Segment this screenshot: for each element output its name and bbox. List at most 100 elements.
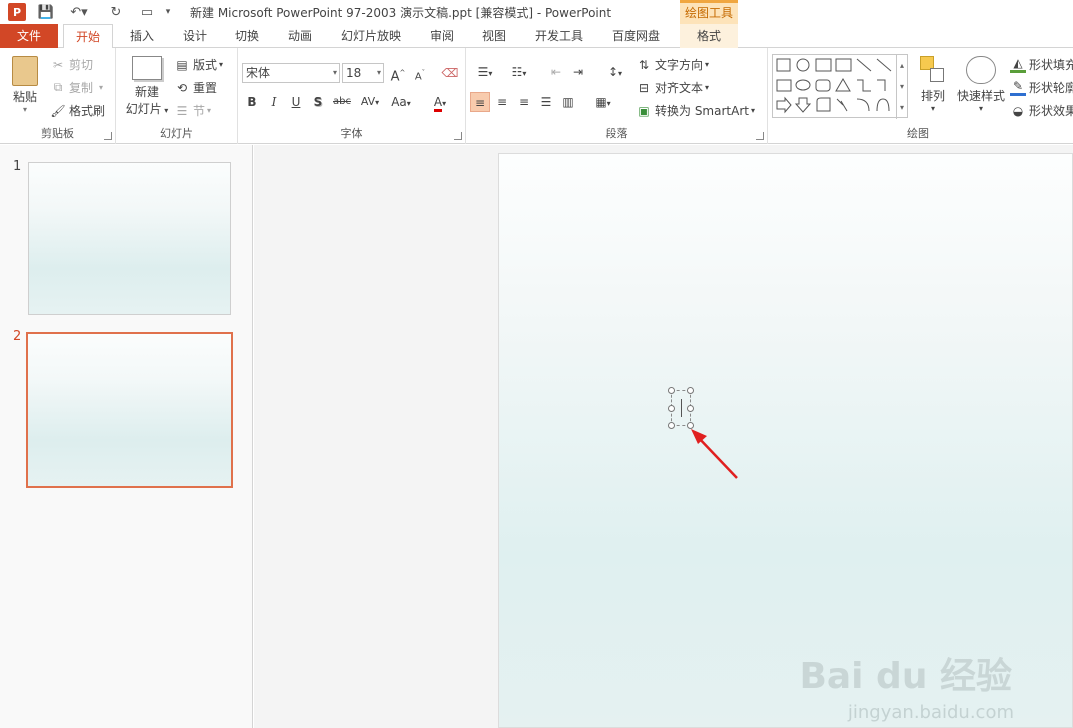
distributed-button[interactable]: ▥	[558, 92, 578, 112]
bold-button[interactable]: B	[242, 92, 262, 112]
shape-effects-button[interactable]: ◒ 形状效果	[1010, 102, 1073, 119]
window-title: 新建 Microsoft PowerPoint 97-2003 演示文稿.ppt…	[190, 6, 612, 20]
font-name-select[interactable]: 宋体 ▾	[242, 63, 340, 83]
elbow-arrow-shape-icon	[877, 79, 886, 91]
increase-indent-button[interactable]: ⇥	[568, 62, 588, 82]
shrink-font-label: A	[414, 71, 422, 83]
cut-button[interactable]: ✂ 剪切	[50, 56, 93, 73]
powerpoint-logo-icon: P	[8, 3, 26, 21]
resize-handle[interactable]	[687, 405, 694, 412]
right-arrow-shape-icon	[776, 96, 792, 114]
resize-handle[interactable]	[668, 422, 675, 429]
strikethrough-button[interactable]: abc	[330, 92, 354, 112]
vertical-textbox-shape-icon	[835, 58, 852, 72]
tab-animations[interactable]: 动画	[280, 24, 320, 48]
shapes-gallery[interactable]: ▴ ▾ ▾	[772, 54, 908, 119]
line-spacing-dropdown-icon: ▾	[618, 69, 623, 78]
slide-editing-area[interactable]: Bai du 经验 jingyan.baidu.com	[254, 145, 1073, 728]
copy-dropdown-icon[interactable]: ▾	[99, 83, 103, 92]
font-color-dropdown-icon: ▾	[442, 99, 447, 108]
redo-icon[interactable]: ↻	[106, 3, 126, 21]
quick-styles-icon	[966, 56, 996, 84]
change-case-button[interactable]: Aa▾	[386, 92, 416, 112]
line-spacing-button[interactable]: ↕▾	[600, 62, 630, 82]
drawing-tools-contextual-label: 绘图工具	[680, 0, 738, 24]
underline-button[interactable]: U	[286, 92, 306, 112]
slide-thumbnail-1[interactable]	[28, 162, 231, 315]
shadow-button[interactable]: S	[308, 92, 328, 112]
tab-view[interactable]: 视图	[474, 24, 514, 48]
clipboard-launcher-icon[interactable]	[104, 132, 112, 140]
text-direction-button[interactable]: ⇅ 文字方向 ▾	[636, 56, 709, 73]
format-painter-button[interactable]: 🖌 格式刷	[50, 102, 105, 119]
clear-formatting-button[interactable]: ⌫	[440, 63, 460, 83]
paste-button[interactable]: 粘贴 ▾	[8, 56, 42, 114]
slide-thumbnail-2[interactable]	[26, 332, 233, 488]
grow-font-button[interactable]: A^	[388, 63, 408, 84]
shape-fill-button[interactable]: ◭ 形状填充	[1010, 56, 1073, 73]
tab-baidu-netdisk[interactable]: 百度网盘	[604, 24, 668, 48]
customize-toolbar-icon[interactable]: ▾	[162, 3, 174, 21]
ribbon: 粘贴 ▾ ✂ 剪切 ⧉ 复制 ▾ 🖌 格式刷 剪贴板 新建 幻灯片 ▾ ▤ 版式 ▾ ⟲ 重置…	[0, 48, 1073, 144]
new-slide-button[interactable]: 新建 幻灯片 ▾	[122, 56, 172, 117]
shrink-font-button[interactable]: Aˇ	[410, 63, 430, 83]
start-slideshow-icon[interactable]: ▭	[136, 3, 158, 21]
resize-handle[interactable]	[668, 405, 675, 412]
text-box-placeholder[interactable]	[668, 387, 694, 429]
font-size-select[interactable]: 18 ▾	[342, 63, 384, 83]
bullets-button[interactable]: ☰▾	[470, 62, 500, 82]
arrange-label: 排列	[920, 89, 945, 103]
quick-styles-button[interactable]: 快速样式 ▾	[954, 56, 1008, 113]
text-direction-label: 文字方向	[655, 58, 704, 72]
reset-button[interactable]: ⟲ 重置	[174, 79, 217, 96]
font-color-button[interactable]: A▾	[426, 92, 454, 112]
justify-button[interactable]: ☰	[536, 92, 556, 112]
arrange-button[interactable]: 排列 ▾	[916, 56, 950, 113]
paste-icon	[12, 56, 38, 86]
current-slide[interactable]: Bai du 经验 jingyan.baidu.com	[498, 153, 1073, 728]
slides-thumbnail-panel[interactable]: 1 2	[0, 145, 253, 728]
title-bar: P 💾 ↶▾ ↻ ▭ ▾ 新建 Microsoft PowerPoint 97-…	[0, 0, 1073, 24]
tab-slideshow[interactable]: 幻灯片放映	[333, 24, 409, 48]
layout-button[interactable]: ▤ 版式 ▾	[174, 56, 223, 73]
align-left-button[interactable]: ≡	[470, 92, 490, 112]
tab-file[interactable]: 文件	[0, 24, 58, 48]
save-icon[interactable]: 💾	[36, 3, 56, 21]
paragraph-launcher-icon[interactable]	[756, 132, 764, 140]
tab-transitions[interactable]: 切换	[227, 24, 267, 48]
font-launcher-icon[interactable]	[454, 132, 462, 140]
convert-smartart-label: 转换为 SmartArt	[655, 104, 749, 118]
line-spacing-icon: ↕	[607, 65, 619, 79]
undo-icon[interactable]: ↶▾	[66, 3, 92, 21]
paste-dropdown-icon[interactable]: ▾	[23, 105, 27, 114]
cube-shape-icon	[776, 58, 791, 72]
paragraph-group-label: 段落	[605, 127, 628, 140]
columns-button[interactable]: ▦▾	[588, 92, 618, 112]
new-slide-dropdown-icon[interactable]: ▾	[162, 106, 168, 115]
tab-format[interactable]: 格式	[680, 24, 738, 48]
tab-review[interactable]: 审阅	[422, 24, 462, 48]
tab-developer[interactable]: 开发工具	[527, 24, 591, 48]
italic-button[interactable]: I	[264, 92, 284, 112]
shape-outline-button[interactable]: ✎ 形状轮廓	[1010, 79, 1073, 96]
character-spacing-button[interactable]: AV▾	[356, 92, 384, 112]
decrease-indent-button[interactable]: ⇤	[546, 62, 566, 82]
copy-button[interactable]: ⧉ 复制 ▾	[50, 79, 103, 96]
align-right-button[interactable]: ≡	[514, 92, 534, 112]
new-slide-label-2: 幻灯片	[125, 102, 162, 116]
resize-handle[interactable]	[668, 387, 675, 394]
numbering-button[interactable]: ☷▾	[504, 62, 534, 82]
down-arrow-shape-icon	[794, 97, 812, 113]
font-size-value: 18	[346, 66, 362, 80]
shape-fill-label: 形状填充	[1029, 58, 1073, 72]
tab-insert[interactable]: 插入	[122, 24, 162, 48]
tab-design[interactable]: 设计	[175, 24, 215, 48]
tab-home[interactable]: 开始	[63, 24, 113, 49]
convert-smartart-button[interactable]: ▣ 转换为 SmartArt ▾	[636, 102, 755, 119]
resize-handle[interactable]	[687, 387, 694, 394]
shapes-gallery-scroll[interactable]: ▴ ▾ ▾	[896, 55, 907, 119]
section-button[interactable]: ☰ 节 ▾	[174, 102, 211, 119]
distributed-icon: ▥	[562, 95, 574, 109]
align-center-button[interactable]: ≡	[492, 92, 512, 112]
align-text-button[interactable]: ⊟ 对齐文本 ▾	[636, 79, 709, 96]
